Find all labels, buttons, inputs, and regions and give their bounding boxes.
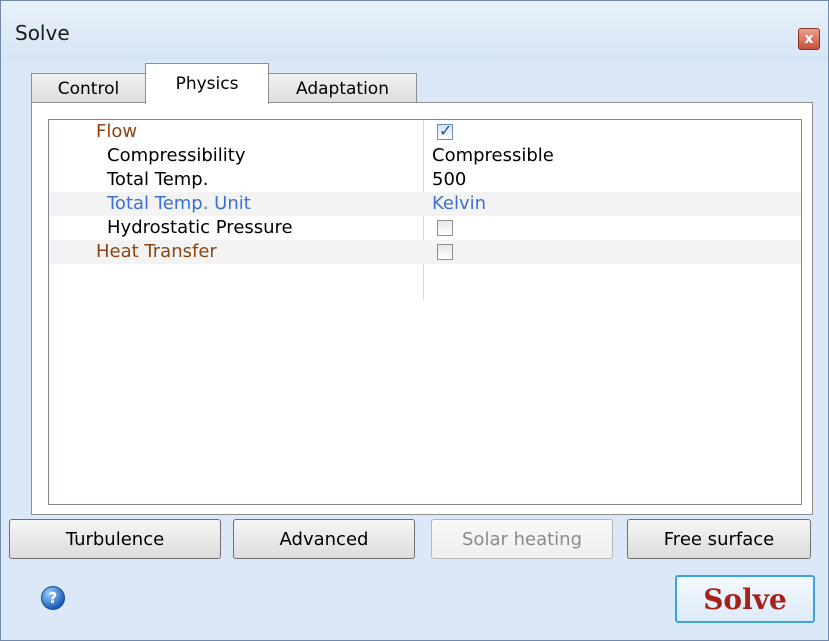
tab-physics[interactable]: Physics: [145, 63, 269, 104]
compressibility-value[interactable]: Compressible: [432, 144, 554, 168]
flow-checkbox[interactable]: ✓: [437, 121, 453, 140]
solve-button[interactable]: Solve: [675, 575, 815, 623]
total-temp-value[interactable]: 500: [432, 168, 466, 192]
solve-dialog: Solve x Control Physics Adaptation Flow …: [0, 0, 829, 641]
solar-heating-button: Solar heating: [431, 519, 613, 559]
property-grid: Flow ✓ Compressibility Compressible Tota…: [48, 119, 802, 505]
total-temp-unit-value[interactable]: Kelvin: [432, 192, 486, 216]
property-row-flow[interactable]: Flow ✓: [49, 120, 801, 144]
heat-transfer-checkbox[interactable]: [437, 244, 453, 260]
property-label: Flow: [96, 121, 138, 142]
hydrostatic-pressure-checkbox[interactable]: [437, 220, 453, 236]
property-row-compressibility[interactable]: Compressibility Compressible: [49, 144, 801, 168]
title-bar: Solve x: [1, 1, 828, 61]
property-label: Total Temp.: [107, 169, 209, 190]
property-row-heat-transfer[interactable]: Heat Transfer: [49, 240, 801, 264]
physics-panel: Flow ✓ Compressibility Compressible Tota…: [31, 102, 813, 515]
property-label: Hydrostatic Pressure: [107, 217, 293, 238]
advanced-button[interactable]: Advanced: [233, 519, 415, 559]
checkmark-icon: ✓: [439, 121, 453, 140]
property-row-total-temp-unit[interactable]: Total Temp. Unit Kelvin: [49, 192, 801, 216]
property-row-hydrostatic-pressure[interactable]: Hydrostatic Pressure: [49, 216, 801, 240]
free-surface-button[interactable]: Free surface: [627, 519, 811, 559]
tab-adaptation[interactable]: Adaptation: [268, 73, 417, 103]
turbulence-button[interactable]: Turbulence: [9, 519, 221, 559]
help-icon[interactable]: ?: [41, 586, 65, 610]
property-row-total-temp[interactable]: Total Temp. 500: [49, 168, 801, 192]
property-label: Compressibility: [107, 145, 246, 166]
window-title: Solve: [15, 21, 70, 45]
tab-control[interactable]: Control: [31, 73, 146, 103]
property-label: Total Temp. Unit: [107, 193, 251, 214]
close-icon[interactable]: x: [798, 28, 820, 50]
property-label: Heat Transfer: [96, 241, 217, 262]
